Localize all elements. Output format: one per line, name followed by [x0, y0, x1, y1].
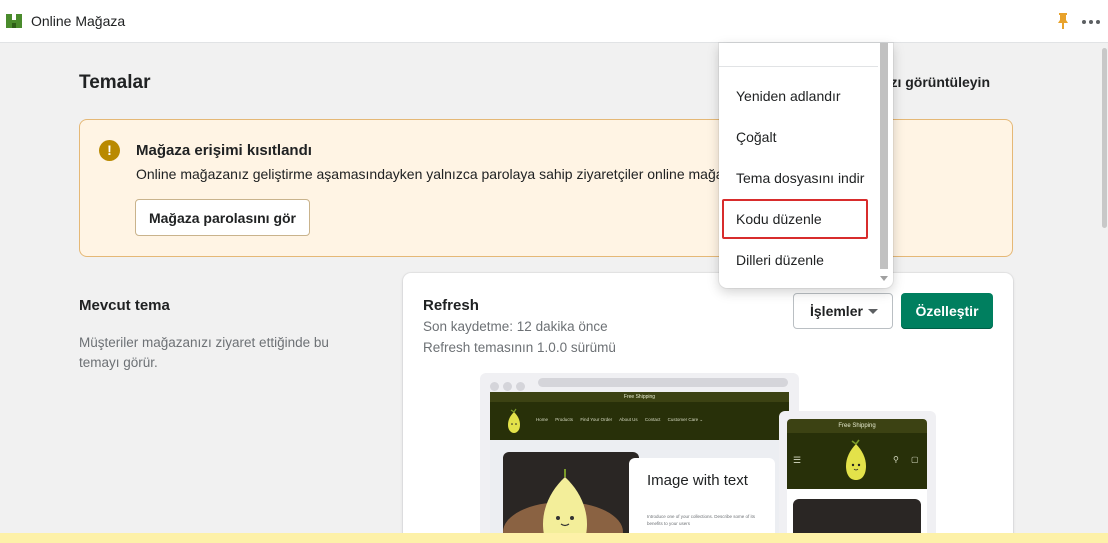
- view-store-link[interactable]: nızı görüntüleyin: [878, 74, 990, 90]
- caret-down-icon: [868, 309, 878, 314]
- nav-link: About Us: [619, 417, 638, 422]
- mobile-preview: Free Shipping ☰ ⚲ ▢: [779, 411, 936, 543]
- menu-icon: ☰: [793, 455, 802, 465]
- desktop-preview: Free Shipping Home Products Find Your Or…: [480, 373, 799, 543]
- theme-version: Refresh temasının 1.0.0 sürümü: [423, 340, 616, 355]
- search-icon: ⚲: [893, 455, 899, 464]
- pear-logo-icon: [508, 408, 520, 433]
- actions-menu: Yeniden adlandır Çoğalt Tema dosyasını i…: [719, 43, 893, 288]
- app-title: Online Mağaza: [31, 13, 126, 29]
- menu-divider: [719, 66, 879, 67]
- warning-icon: !: [99, 140, 120, 161]
- theme-name: Refresh: [423, 297, 479, 314]
- theme-last-saved: Son kaydetme: 12 dakika önce: [423, 319, 608, 334]
- edit-code-highlight: [722, 199, 868, 239]
- bottom-notice-bar: [0, 533, 1108, 543]
- hero-body: Introduce one of your collections. Descr…: [647, 514, 756, 526]
- pear-lamp-image: [503, 469, 623, 543]
- view-store-password-button[interactable]: Mağaza parolasını gör: [135, 199, 310, 236]
- mobile-announcement-bar: Free Shipping: [787, 419, 927, 433]
- top-bar: Online Mağaza: [0, 0, 1108, 43]
- mobile-header: ☰ ⚲ ▢: [787, 433, 927, 489]
- actions-button[interactable]: İşlemler: [793, 293, 893, 329]
- desktop-header: Home Products Find Your Order About Us C…: [490, 402, 789, 440]
- url-bar: [538, 378, 788, 387]
- current-theme-description: Müşteriler mağazanızı ziyaret ettiğinde …: [79, 335, 329, 370]
- theme-preview: Free Shipping Home Products Find Your Or…: [480, 373, 940, 543]
- nav-link: Contact: [644, 417, 661, 422]
- current-theme-heading: Mevcut tema: [79, 297, 170, 314]
- hero-image: [503, 452, 639, 543]
- banner-text: Online mağazanız geliştirme aşamasındayk…: [136, 166, 739, 182]
- menu-item-duplicate[interactable]: Çoğalt: [736, 129, 776, 145]
- page-title: Temalar: [79, 72, 151, 93]
- menu-item-edit-languages[interactable]: Dilleri düzenle: [736, 252, 824, 268]
- nav-link: Customer Care ⌄: [667, 417, 704, 422]
- actions-button-label: İşlemler: [810, 303, 863, 319]
- desktop-site: Free Shipping Home Products Find Your Or…: [490, 392, 789, 543]
- desktop-nav-links: Home Products Find Your Order About Us C…: [536, 417, 709, 423]
- menu-scroll-thumb[interactable]: [880, 43, 888, 269]
- more-icon[interactable]: [1080, 18, 1102, 26]
- pear-logo-icon: [846, 439, 866, 480]
- nav-link: Home: [536, 417, 549, 422]
- mobile-site: Free Shipping ☰ ⚲ ▢: [787, 419, 927, 543]
- pin-icon[interactable]: [1056, 12, 1070, 30]
- menu-item-download-theme[interactable]: Tema dosyasını indir: [736, 170, 864, 186]
- nav-link: Find Your Order: [580, 417, 613, 422]
- hero-text-box: Image with text Introduce one of your co…: [629, 458, 775, 543]
- page-scrollbar[interactable]: [1101, 43, 1108, 533]
- hero-section: Image with text Introduce one of your co…: [490, 440, 789, 543]
- customize-button[interactable]: Özelleştir: [901, 293, 993, 329]
- scroll-down-arrow-icon[interactable]: [880, 276, 888, 281]
- online-store-icon: [6, 14, 22, 28]
- page-scroll-thumb[interactable]: [1102, 48, 1107, 228]
- theme-card: Refresh Son kaydetme: 12 dakika önce Ref…: [403, 273, 1013, 543]
- menu-item-rename[interactable]: Yeniden adlandır: [736, 88, 841, 104]
- nav-link: Products: [555, 417, 574, 422]
- banner-title: Mağaza erişimi kısıtlandı: [136, 142, 312, 159]
- announcement-bar: Free Shipping: [490, 392, 789, 402]
- hero-heading: Image with text: [647, 472, 748, 489]
- menu-scrollbar[interactable]: [878, 43, 890, 281]
- cart-icon: ▢: [911, 455, 919, 464]
